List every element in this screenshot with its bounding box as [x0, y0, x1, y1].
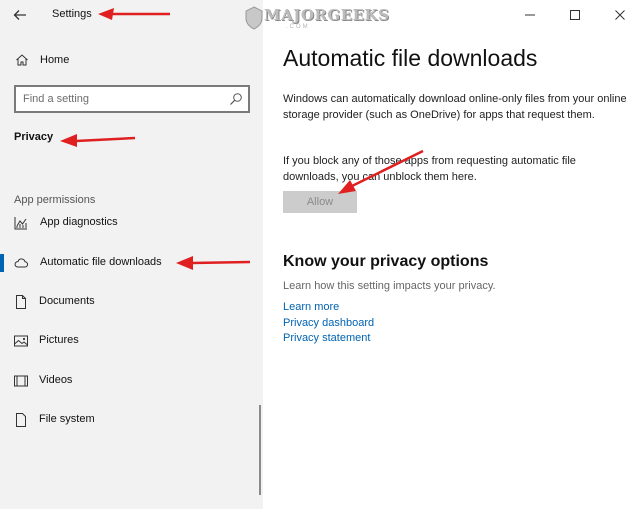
- sidebar-item-label: Home: [40, 54, 70, 66]
- description-text: Windows can automatically download onlin…: [283, 93, 627, 121]
- section-heading-app-permissions: App permissions: [14, 194, 96, 206]
- sidebar-item-documents[interactable]: Documents: [0, 289, 263, 315]
- sidebar: Settings Home Find a setting Privacy App…: [0, 0, 263, 509]
- app-title: Settings: [52, 8, 92, 20]
- search-icon: [230, 93, 242, 105]
- content-pane: Automatic file downloads Windows can aut…: [263, 0, 640, 509]
- sidebar-item-label: App diagnostics: [40, 216, 118, 228]
- picture-icon: [14, 335, 28, 347]
- allow-button[interactable]: Allow: [283, 191, 357, 213]
- sidebar-item-videos[interactable]: Videos: [0, 368, 263, 394]
- search-placeholder: Find a setting: [23, 93, 90, 105]
- scrollbar[interactable]: [259, 405, 261, 495]
- maximize-button[interactable]: [565, 6, 585, 24]
- sidebar-item-app-diagnostics[interactable]: App diagnostics: [0, 210, 263, 236]
- selection-indicator: [0, 254, 4, 272]
- sidebar-item-label: Videos: [39, 374, 73, 386]
- title-bar: Settings: [0, 0, 263, 30]
- sidebar-item-label: Documents: [39, 295, 95, 307]
- minimize-icon: [525, 14, 535, 16]
- search-input[interactable]: Find a setting: [14, 85, 250, 113]
- section-heading-privacy: Privacy: [14, 131, 54, 143]
- document-icon: [16, 295, 26, 309]
- back-button[interactable]: [8, 4, 32, 26]
- cloud-icon: [14, 258, 29, 268]
- sidebar-item-pictures[interactable]: Pictures: [0, 328, 263, 354]
- video-icon: [14, 375, 28, 387]
- sidebar-item-file-system[interactable]: File system: [0, 407, 263, 433]
- majorgeeks-watermark: MAJORGEEKS .COM: [242, 2, 392, 36]
- file-icon: [16, 413, 26, 427]
- unblock-text: If you block any of those apps from requ…: [283, 155, 576, 183]
- logo-icon: [245, 6, 263, 30]
- watermark-suffix: .COM: [286, 24, 310, 30]
- privacy-statement-link[interactable]: Privacy statement: [283, 332, 370, 344]
- sidebar-item-label: Automatic file downloads: [40, 256, 162, 268]
- close-button[interactable]: [610, 6, 630, 24]
- arrow-left-icon: [13, 10, 26, 20]
- diagnostics-icon: [14, 217, 27, 230]
- privacy-dashboard-link[interactable]: Privacy dashboard: [283, 317, 374, 329]
- learn-more-link[interactable]: Learn more: [283, 301, 339, 313]
- privacy-options-text: Learn how this setting impacts your priv…: [283, 280, 496, 292]
- sidebar-item-label: File system: [39, 413, 95, 425]
- sidebar-item-home[interactable]: Home: [0, 50, 263, 72]
- window-controls: [500, 0, 640, 30]
- privacy-options-heading: Know your privacy options: [283, 253, 489, 270]
- maximize-icon: [570, 10, 580, 20]
- home-icon: [16, 54, 28, 66]
- page-title: Automatic file downloads: [283, 45, 538, 71]
- minimize-button[interactable]: [520, 6, 540, 24]
- close-icon: [615, 10, 625, 20]
- sidebar-item-automatic-file-downloads[interactable]: Automatic file downloads: [0, 250, 263, 276]
- watermark-text: MAJORGEEKS: [264, 6, 390, 24]
- settings-window: Settings Home Find a setting Privacy App…: [0, 0, 640, 509]
- sidebar-item-label: Pictures: [39, 334, 79, 346]
